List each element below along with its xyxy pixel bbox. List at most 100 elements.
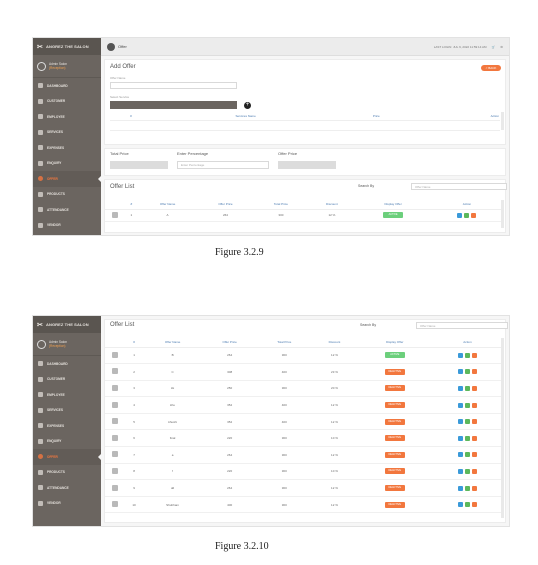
row-discount: 12 % (331, 353, 338, 358)
sidebar-item-customer[interactable]: CUSTOMER (33, 372, 101, 388)
view-icon[interactable] (457, 352, 463, 358)
edit-icon[interactable] (464, 419, 470, 425)
row-checkbox[interactable] (112, 401, 118, 408)
edit-icon[interactable] (464, 385, 470, 391)
delete-icon[interactable] (471, 485, 477, 491)
cart-icon[interactable]: 🛒 (492, 45, 496, 49)
sidebar-item-offer[interactable]: OFFER (33, 449, 102, 465)
search-by-label: Search By (360, 323, 377, 327)
display-offer-button[interactable]: ACTIVE (384, 352, 405, 359)
sidebar-item-dashboard[interactable]: DASHBOARD (33, 356, 101, 372)
sidebar-item-services[interactable]: SERVICES (33, 125, 101, 141)
sidebar-item-vendor[interactable]: VENDOR (33, 218, 101, 234)
view-icon[interactable] (457, 468, 463, 474)
view-icon[interactable] (457, 212, 463, 218)
edit-icon[interactable] (464, 502, 470, 508)
search-input[interactable]: Offer Name (411, 183, 507, 190)
sidebar-item-employee[interactable]: EMPLOYEE (33, 387, 101, 403)
edit-icon[interactable] (464, 352, 470, 358)
back-icon[interactable] (107, 42, 115, 51)
display-offer-button[interactable]: DEACTIVE (384, 368, 405, 375)
row-checkbox[interactable] (112, 418, 118, 425)
display-offer-button[interactable]: ACTIVE (383, 212, 404, 218)
list-scrollbar[interactable] (501, 338, 504, 518)
sidebar-item-employee[interactable]: EMPLOYEE (33, 109, 101, 125)
delete-icon[interactable] (471, 502, 477, 508)
row-checkbox[interactable] (112, 434, 118, 441)
edit-icon[interactable] (464, 435, 470, 441)
percentage-input[interactable]: Enter Percentage (177, 161, 269, 169)
display-offer-button[interactable]: DEACTIVE (384, 485, 405, 492)
row-checkbox[interactable] (112, 384, 118, 391)
display-offer-button[interactable]: DEACTIVE (384, 402, 405, 409)
settings-icon[interactable]: ⚙ (500, 45, 503, 49)
delete-icon[interactable] (471, 212, 477, 218)
display-offer-button[interactable]: DEACTIVE (384, 501, 405, 508)
row-index: 3 (133, 386, 135, 391)
row-checkbox[interactable] (112, 351, 118, 358)
row-offer-price: 264 (227, 486, 233, 491)
display-offer-button[interactable]: DEACTIVE (384, 435, 405, 442)
delete-icon[interactable] (471, 435, 477, 441)
row-checkbox[interactable] (112, 451, 118, 458)
edit-icon[interactable] (464, 212, 470, 218)
delete-icon[interactable] (471, 352, 477, 358)
services-scrollbar[interactable] (501, 112, 504, 130)
sidebar-item-products[interactable]: PRODUCTS (33, 187, 101, 203)
edit-icon[interactable] (464, 369, 470, 375)
delete-icon[interactable] (471, 369, 477, 375)
sidebar-item-expenses[interactable]: EXPENSES (33, 418, 101, 434)
view-icon[interactable] (457, 502, 463, 508)
select-service-dropdown[interactable] (110, 101, 237, 109)
back-button[interactable]: < BACK (481, 65, 501, 71)
search-input[interactable]: Offer Name (416, 322, 508, 329)
view-icon[interactable] (457, 385, 463, 391)
edit-icon[interactable] (464, 402, 470, 408)
display-offer-button[interactable]: DEACTIVE (384, 418, 405, 425)
edit-icon[interactable] (464, 485, 470, 491)
sidebar-item-enquiry[interactable]: ENQUIRY (33, 156, 101, 172)
view-icon[interactable] (457, 369, 463, 375)
row-checkbox[interactable] (112, 368, 118, 375)
sidebar-item-services[interactable]: SERVICES (33, 403, 101, 419)
view-icon[interactable] (457, 452, 463, 458)
view-icon[interactable] (457, 419, 463, 425)
row-checkbox[interactable] (112, 484, 118, 491)
edit-icon[interactable] (464, 452, 470, 458)
view-icon[interactable] (457, 402, 463, 408)
expenses-icon (38, 423, 43, 429)
row-total-price: 300 (281, 353, 287, 358)
sidebar-item-offer[interactable]: OFFER (33, 171, 102, 187)
delete-icon[interactable] (471, 468, 477, 474)
col-price: Price (372, 113, 380, 118)
display-offer-button[interactable]: DEACTIVE (384, 468, 405, 475)
row-checkbox[interactable] (112, 501, 118, 508)
sidebar-item-dashboard[interactable]: DASHBOARD (33, 78, 101, 94)
sidebar-item-attendance[interactable]: ATTENDANCE (33, 480, 101, 496)
view-icon[interactable] (457, 485, 463, 491)
delete-icon[interactable] (471, 452, 477, 458)
table-row: 1 B 264 300 12 % ACTIVE (105, 347, 503, 364)
delete-icon[interactable] (471, 419, 477, 425)
delete-icon[interactable] (471, 402, 477, 408)
sidebar-item-enquiry[interactable]: ENQUIRY (33, 434, 101, 450)
list-scrollbar[interactable] (501, 200, 504, 228)
add-service-icon[interactable]: + (244, 102, 251, 109)
view-icon[interactable] (457, 435, 463, 441)
row-total-price: 400 (281, 403, 287, 408)
row-checkbox[interactable] (112, 467, 118, 474)
delete-icon[interactable] (471, 385, 477, 391)
display-offer-button[interactable]: DEACTIVE (384, 451, 405, 458)
sidebar-item-attendance[interactable]: ATTENDANCE (33, 202, 101, 218)
row-discount: 12 % (331, 486, 338, 491)
sidebar-item-expenses[interactable]: EXPENSES (33, 140, 101, 156)
sidebar-item-customer[interactable]: CUSTOMER (33, 94, 101, 110)
row-checkbox[interactable] (112, 211, 118, 218)
sidebar-item-vendor[interactable]: VENDOR (33, 496, 101, 512)
offer-name-input[interactable] (110, 82, 237, 89)
sidebar-item-label: OFFER (47, 176, 58, 181)
display-offer-button[interactable]: DEACTIVE (384, 385, 405, 392)
edit-icon[interactable] (464, 468, 470, 474)
sidebar-item-products[interactable]: PRODUCTS (33, 465, 101, 481)
attendance-icon (38, 207, 43, 213)
